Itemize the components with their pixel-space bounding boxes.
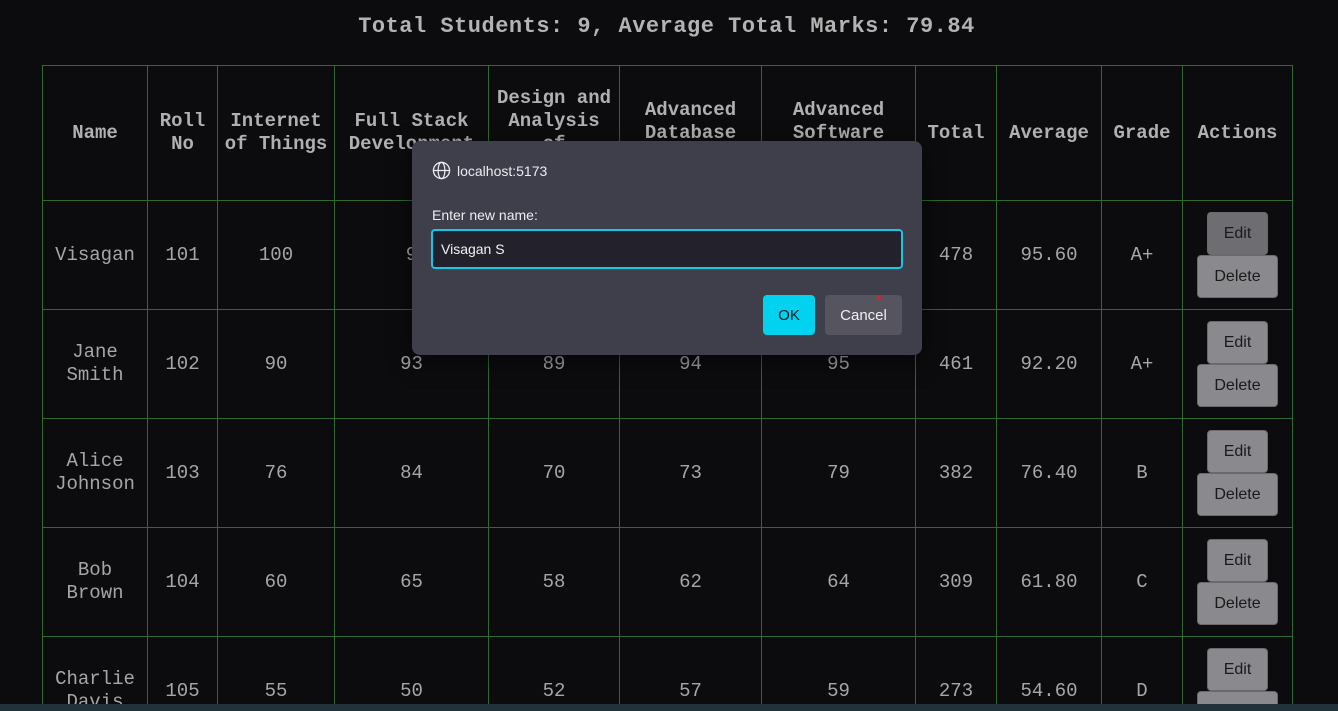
new-name-input[interactable] bbox=[431, 229, 903, 269]
cursor-dot bbox=[877, 296, 881, 300]
cell-iot: 55 bbox=[217, 636, 335, 711]
cell-average: 76.40 bbox=[996, 418, 1102, 528]
bottom-strip bbox=[0, 704, 1338, 711]
cell-actions: EditDelete bbox=[1182, 636, 1293, 711]
cell-total: 461 bbox=[915, 309, 997, 419]
delete-button[interactable]: Delete bbox=[1197, 582, 1278, 625]
cell-roll: 103 bbox=[147, 418, 218, 528]
action-buttons: EditDelete bbox=[1184, 648, 1292, 711]
edit-button[interactable]: Edit bbox=[1207, 212, 1268, 255]
cell-roll: 105 bbox=[147, 636, 218, 711]
column-header-average: Average bbox=[996, 65, 1102, 201]
cell-average: 61.80 bbox=[996, 527, 1102, 637]
cell-daa: 58 bbox=[488, 527, 620, 637]
column-header-grade: Grade bbox=[1101, 65, 1183, 201]
cell-grade: A+ bbox=[1101, 200, 1183, 310]
table-row: Bob Brown 104 60 65 58 62 64 309 61.80 C Edit Delet… bbox=[42, 527, 1293, 637]
cell-total: 382 bbox=[915, 418, 997, 528]
cell-iot: 60 bbox=[217, 527, 335, 637]
cell-total: 309 bbox=[915, 527, 997, 637]
action-buttons: EditDelete bbox=[1184, 212, 1292, 298]
cell-name: Visagan bbox=[42, 200, 148, 310]
cell-ase: 59 bbox=[761, 636, 916, 711]
cancel-button[interactable]: Cancel bbox=[825, 295, 902, 335]
cell-roll: 102 bbox=[147, 309, 218, 419]
cell-iot: 100 bbox=[217, 200, 335, 310]
action-buttons: EditDelete bbox=[1184, 430, 1292, 516]
delete-button[interactable]: Delete bbox=[1197, 364, 1278, 407]
cell-daa: 70 bbox=[488, 418, 620, 528]
cell-name: Bob Brown bbox=[42, 527, 148, 637]
column-header-iot: Internet of Things bbox=[217, 65, 335, 201]
cell-name: Jane Smith bbox=[42, 309, 148, 419]
cell-average: 54.60 bbox=[996, 636, 1102, 711]
cell-total: 273 bbox=[915, 636, 997, 711]
dialog-origin: localhost:5173 bbox=[432, 161, 547, 180]
cell-average: 95.60 bbox=[996, 200, 1102, 310]
cell-grade: B bbox=[1101, 418, 1183, 528]
column-header-total: Total bbox=[915, 65, 997, 201]
cell-iot: 90 bbox=[217, 309, 335, 419]
edit-button[interactable]: Edit bbox=[1207, 648, 1268, 691]
column-header-name: Name bbox=[42, 65, 148, 201]
cell-roll: 104 bbox=[147, 527, 218, 637]
edit-button[interactable]: Edit bbox=[1207, 539, 1268, 582]
table-row: Charlie Davis105555052575927354.60DEditD… bbox=[42, 636, 1293, 711]
prompt-dialog: localhost:5173 Enter new name: OK Cancel bbox=[412, 141, 922, 355]
cell-average: 92.20 bbox=[996, 309, 1102, 419]
cell-fsd: 50 bbox=[334, 636, 489, 711]
cell-actions: EditDelete bbox=[1182, 418, 1293, 528]
cell-grade: D bbox=[1101, 636, 1183, 711]
table-row: Alice Johnson 103 76 84 70 73 79 382 76.40 B Edit D… bbox=[42, 418, 1293, 528]
cell-grade: A+ bbox=[1101, 309, 1183, 419]
cell-ase: 79 bbox=[761, 418, 916, 528]
action-buttons: EditDelete bbox=[1184, 321, 1292, 407]
cell-fsd: 65 bbox=[334, 527, 489, 637]
cell-iot: 76 bbox=[217, 418, 335, 528]
cell-actions: EditDelete bbox=[1182, 200, 1293, 310]
cell-grade: C bbox=[1101, 527, 1183, 637]
cell-name: Charlie Davis bbox=[42, 636, 148, 711]
cell-actions: EditDelete bbox=[1182, 309, 1293, 419]
ok-button[interactable]: OK bbox=[763, 295, 815, 335]
delete-button[interactable]: Delete bbox=[1197, 255, 1278, 298]
action-buttons: EditDelete bbox=[1184, 539, 1292, 625]
column-header-roll: Roll No bbox=[147, 65, 218, 201]
cell-total: 478 bbox=[915, 200, 997, 310]
edit-button[interactable]: Edit bbox=[1207, 430, 1268, 473]
dialog-prompt-label: Enter new name: bbox=[432, 207, 538, 223]
cell-adbms: 62 bbox=[619, 527, 762, 637]
edit-button[interactable]: Edit bbox=[1207, 321, 1268, 364]
delete-button[interactable]: Delete bbox=[1197, 473, 1278, 516]
cell-ase: 64 bbox=[761, 527, 916, 637]
cell-daa: 52 bbox=[488, 636, 620, 711]
cell-name: Alice Johnson bbox=[42, 418, 148, 528]
column-header-actions: Actions bbox=[1182, 65, 1293, 201]
cell-fsd: 84 bbox=[334, 418, 489, 528]
cell-roll: 101 bbox=[147, 200, 218, 310]
summary-heading: Total Students: 9, Average Total Marks: … bbox=[358, 14, 975, 39]
globe-icon bbox=[432, 161, 451, 180]
cell-adbms: 57 bbox=[619, 636, 762, 711]
dialog-origin-text: localhost:5173 bbox=[457, 162, 548, 179]
cell-actions: EditDelete bbox=[1182, 527, 1293, 637]
cell-adbms: 73 bbox=[619, 418, 762, 528]
